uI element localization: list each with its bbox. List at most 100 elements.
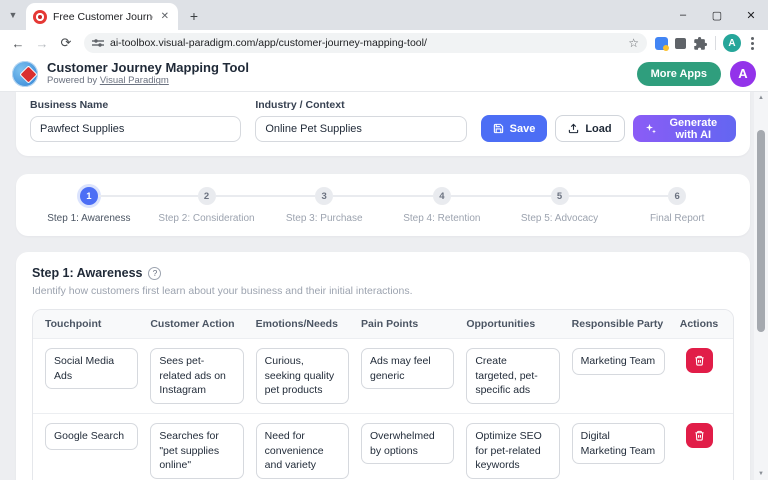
page-content: Business Name Pawfect Supplies Industry … <box>0 92 768 480</box>
column-header: Pain Points <box>361 318 454 330</box>
column-header: Responsible Party <box>572 318 665 330</box>
bookmark-star-icon[interactable]: ☆ <box>628 36 639 50</box>
sparkles-icon <box>645 123 657 135</box>
tab-title: Free Customer Journey Mappin <box>53 11 153 23</box>
responsible-party-cell[interactable]: Marketing Team <box>572 348 665 375</box>
opportunities-cell[interactable]: Optimize SEO for pet-related keywords <box>466 423 559 479</box>
stepper-item-retention[interactable]: 4 Step 4: Retention <box>383 187 501 224</box>
trash-icon <box>694 430 705 441</box>
section-title: Step 1: Awareness <box>32 266 142 280</box>
emotions-cell[interactable]: Need for convenience and variety <box>256 423 349 479</box>
industry-label: Industry / Context <box>255 99 466 111</box>
refresh-icon[interactable]: ⟳ <box>56 33 76 53</box>
business-name-input[interactable]: Pawfect Supplies <box>30 116 241 142</box>
responsible-party-cell[interactable]: Digital Marketing Team <box>572 423 665 464</box>
close-button[interactable]: ✕ <box>734 0 768 30</box>
stepper-item-consideration[interactable]: 2 Step 2: Consideration <box>148 187 266 224</box>
step-circle: 6 <box>668 187 686 205</box>
browser-toolbar: ← → ⟳ ai-toolbox.visual-paradigm.com/app… <box>0 30 768 56</box>
visual-paradigm-link[interactable]: Visual Paradigm <box>100 75 169 86</box>
customer-action-cell[interactable]: Searches for "pet supplies online" <box>150 423 243 479</box>
opportunities-cell[interactable]: Create targeted, pet-specific ads <box>466 348 559 404</box>
extensions-puzzle-icon[interactable] <box>693 36 708 51</box>
generate-ai-button[interactable]: Generate with AI <box>633 115 736 142</box>
column-header: Opportunities <box>466 318 559 330</box>
stepper-item-purchase[interactable]: 3 Step 3: Purchase <box>265 187 383 224</box>
url-text: ai-toolbox.visual-paradigm.com/app/custo… <box>110 37 622 49</box>
touchpoint-cell[interactable]: Google Search <box>45 423 138 450</box>
save-button[interactable]: Save <box>481 115 548 142</box>
browser-tabstrip: ▼ Free Customer Journey Mappin ✕ + – ▢ ✕ <box>0 0 768 30</box>
touchpoint-cell[interactable]: Social Media Ads <box>45 348 138 389</box>
help-icon[interactable]: ? <box>148 267 161 280</box>
tab-close-icon[interactable]: ✕ <box>159 9 171 24</box>
table-header-row: Touchpoint Customer Action Emotions/Need… <box>33 310 733 338</box>
powered-by-text: Powered by <box>47 75 100 86</box>
table-row: Social Media Ads Sees pet-related ads on… <box>33 338 733 413</box>
delete-row-button[interactable] <box>686 423 713 448</box>
step-circle: 2 <box>198 187 216 205</box>
extension-icon[interactable] <box>675 38 686 49</box>
step-label: Step 1: Awareness <box>47 213 130 224</box>
more-apps-button[interactable]: More Apps <box>637 62 721 86</box>
window-controls: – ▢ ✕ <box>666 0 768 30</box>
tab-list-chevron-icon[interactable]: ▼ <box>0 2 26 28</box>
app-logo-icon <box>12 61 38 87</box>
progress-stepper-card: 1 Step 1: Awareness 2 Step 2: Considerat… <box>16 174 750 236</box>
step-label: Step 5: Advocacy <box>521 213 598 224</box>
browser-tab[interactable]: Free Customer Journey Mappin ✕ <box>26 3 178 30</box>
journey-table: Touchpoint Customer Action Emotions/Need… <box>32 309 734 480</box>
pain-points-cell[interactable]: Overwhelmed by options <box>361 423 454 464</box>
stepper-item-awareness[interactable]: 1 Step 1: Awareness <box>30 187 148 224</box>
load-button-label: Load <box>585 123 611 135</box>
scrollbar-down-icon[interactable]: ▼ <box>754 468 768 480</box>
generate-ai-button-label: Generate with AI <box>663 117 724 141</box>
site-settings-icon[interactable] <box>92 38 104 48</box>
forward-icon[interactable]: → <box>32 33 52 53</box>
toolbar-divider <box>715 36 716 50</box>
business-info-card: Business Name Pawfect Supplies Industry … <box>16 92 750 156</box>
browser-profile-avatar[interactable]: A <box>723 34 741 52</box>
site-favicon-icon <box>33 10 47 24</box>
step-label: Step 2: Consideration <box>158 213 254 224</box>
trash-icon <box>694 355 705 366</box>
step-circle: 1 <box>80 187 98 205</box>
page-title: Customer Journey Mapping Tool <box>47 61 249 76</box>
pain-points-cell[interactable]: Ads may feel generic <box>361 348 454 389</box>
emotions-cell[interactable]: Curious, seeking quality pet products <box>256 348 349 404</box>
upload-icon <box>568 123 579 134</box>
address-bar[interactable]: ai-toolbox.visual-paradigm.com/app/custo… <box>84 33 647 53</box>
business-name-label: Business Name <box>30 99 241 111</box>
page-scrollbar[interactable]: ▲ ▼ <box>754 92 768 480</box>
new-tab-button[interactable]: + <box>182 4 206 28</box>
industry-input[interactable]: Online Pet Supplies <box>255 116 466 142</box>
scrollbar-thumb[interactable] <box>757 130 765 332</box>
step-circle: 4 <box>433 187 451 205</box>
back-icon[interactable]: ← <box>8 33 28 53</box>
save-icon <box>493 123 504 134</box>
column-header: Touchpoint <box>45 318 138 330</box>
step-label: Final Report <box>650 213 704 224</box>
step-label: Step 4: Retention <box>403 213 480 224</box>
load-button[interactable]: Load <box>555 115 624 142</box>
app-header: Customer Journey Mapping Tool Powered by… <box>0 56 768 92</box>
awareness-section-card: Step 1: Awareness ? Identify how custome… <box>16 252 750 480</box>
delete-row-button[interactable] <box>686 348 713 373</box>
column-header: Actions <box>677 318 721 330</box>
customer-action-cell[interactable]: Sees pet-related ads on Instagram <box>150 348 243 404</box>
user-avatar[interactable]: A <box>730 61 756 87</box>
minimize-button[interactable]: – <box>666 0 700 30</box>
browser-menu-icon[interactable] <box>745 34 760 53</box>
scrollbar-up-icon[interactable]: ▲ <box>754 92 768 104</box>
stepper-item-advocacy[interactable]: 5 Step 5: Advocacy <box>501 187 619 224</box>
column-header: Customer Action <box>150 318 243 330</box>
progress-stepper: 1 Step 1: Awareness 2 Step 2: Considerat… <box>30 187 736 224</box>
stepper-item-final-report[interactable]: 6 Final Report <box>618 187 736 224</box>
extension-icon[interactable] <box>655 37 668 50</box>
save-button-label: Save <box>510 123 536 135</box>
table-row: Google Search Searches for "pet supplies… <box>33 413 733 480</box>
step-circle: 5 <box>551 187 569 205</box>
section-description: Identify how customers first learn about… <box>32 285 734 297</box>
powered-by: Powered by Visual Paradigm <box>47 75 249 86</box>
maximize-button[interactable]: ▢ <box>700 0 734 30</box>
